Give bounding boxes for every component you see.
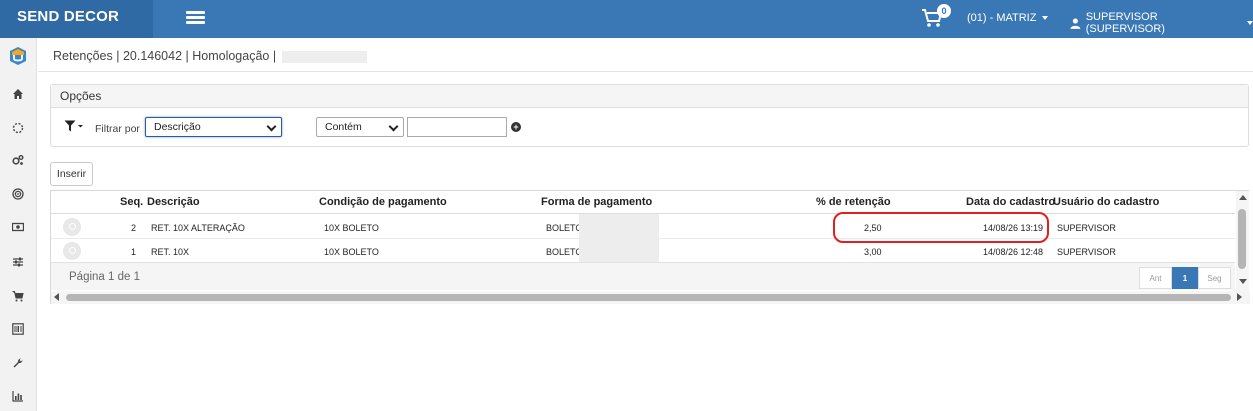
operator-select[interactable]: Contém (316, 117, 404, 137)
filter-label: Filtrar por (95, 123, 140, 135)
col-retencao[interactable]: % de retenção (816, 196, 891, 208)
redacted-field (282, 50, 368, 63)
page-1-button[interactable]: 1 (1172, 267, 1198, 289)
prev-page-button[interactable]: Ant (1139, 267, 1172, 289)
user-name: SUPERVISOR (SUPERVISOR) (1085, 11, 1165, 35)
cell-forma: BOLETO (546, 223, 583, 233)
cart-count-badge: 0 (937, 4, 951, 18)
cell-usuario: SUPERVISOR (1057, 247, 1116, 257)
home-icon[interactable] (12, 88, 24, 100)
cogs-icon[interactable] (12, 154, 24, 166)
vertical-scrollbar[interactable] (1236, 191, 1249, 291)
cell-retencao: 3,00 (864, 247, 882, 257)
pagination: Ant 1 Seg (1139, 267, 1231, 289)
barcode-icon[interactable] (12, 323, 24, 335)
insert-button[interactable]: Inserir (50, 162, 93, 186)
chevron-down-icon (388, 121, 399, 132)
cell-seq: 1 (131, 247, 137, 257)
cell-forma: BOLETO (546, 247, 583, 257)
page-label: Página 1 de 1 (69, 271, 140, 283)
scroll-right-icon[interactable] (1237, 293, 1242, 301)
col-condicao[interactable]: Condição de pagamento (319, 196, 447, 208)
bullseye-icon[interactable] (12, 188, 24, 200)
grid-footer: Página 1 de 1 Ant 1 Seg (51, 262, 1235, 290)
sliders-icon[interactable] (12, 256, 24, 268)
next-page-button[interactable]: Seg (1198, 267, 1231, 289)
chevron-down-icon (266, 121, 277, 132)
grid-header: Seq. Descrição Condição de pagamento For… (51, 191, 1235, 214)
operator-value: Contém (325, 121, 362, 133)
branch-selector[interactable]: (01) - MATRIZ (967, 12, 1049, 24)
sidebar (0, 38, 37, 411)
cell-descricao: RET. 10X (151, 247, 190, 257)
scroll-thumb[interactable] (1238, 209, 1246, 269)
scroll-thumb[interactable] (66, 294, 1231, 301)
chevron-down-icon (1042, 16, 1049, 21)
table-row[interactable]: 1 RET. 10X 10X BOLETO BOLETO 3,00 14/08/… (51, 238, 1235, 263)
filter-field-select[interactable]: Descrição (145, 117, 282, 137)
retentions-grid: Seq. Descrição Condição de pagamento For… (50, 190, 1250, 304)
horizontal-scrollbar[interactable] (51, 291, 1250, 304)
col-data[interactable]: Data do cadastro (966, 196, 1055, 208)
redacted-cell (579, 214, 659, 238)
filter-value-input[interactable] (407, 117, 507, 137)
cell-usuario: SUPERVISOR (1057, 223, 1116, 233)
user-icon (1070, 18, 1081, 29)
cell-condicao: 10X BOLETO (324, 223, 379, 233)
options-panel: Opções Filtrar por Descrição valor Conté… (50, 84, 1249, 147)
top-navbar: SEND DECOR 0 (01) - MATRIZ SUPERVISOR (S… (0, 0, 1253, 38)
col-seq[interactable]: Seq. (120, 196, 143, 208)
branch-label: (01) - MATRIZ (967, 12, 1037, 24)
col-forma[interactable]: Forma de pagamento (541, 196, 652, 208)
app-logo-icon[interactable] (8, 46, 28, 66)
view-record-icon[interactable] (63, 242, 81, 260)
add-filter-icon[interactable]: + (511, 122, 521, 132)
filter-icon[interactable] (64, 120, 84, 132)
cell-descricao: RET. 10X ALTERAÇÃO (151, 223, 245, 233)
brand-logo[interactable]: SEND DECOR (0, 0, 153, 38)
money-icon[interactable] (12, 221, 24, 233)
cell-seq: 2 (131, 223, 137, 233)
filter-field-value: Descrição (154, 121, 201, 133)
redacted-cell (579, 238, 659, 262)
breadcrumb-text: Retenções | 20.146042 | Homologação | (53, 49, 277, 63)
options-title: Opções (51, 85, 1248, 108)
user-menu[interactable]: SUPERVISOR (SUPERVISOR) (1070, 11, 1253, 35)
col-descricao[interactable]: Descrição (147, 196, 200, 208)
table-row[interactable]: 2 RET. 10X ALTERAÇÃO 10X BOLETO BOLETO 2… (51, 214, 1235, 239)
filter-row: Filtrar por Descrição valor Contém + (51, 108, 1248, 146)
cell-data: 14/08/26 12:48 (983, 247, 1044, 257)
highlight-annotation (833, 212, 1049, 243)
view-record-icon[interactable] (63, 218, 81, 236)
cell-condicao: 10X BOLETO (324, 247, 379, 257)
scroll-down-icon[interactable] (1239, 279, 1247, 284)
spinner-icon[interactable] (12, 122, 24, 134)
chart-icon[interactable] (12, 390, 24, 402)
cart-icon[interactable] (12, 290, 24, 302)
col-usuario[interactable]: Usuário do cadastro (1053, 196, 1159, 208)
chevron-down-icon (1247, 21, 1253, 25)
scroll-left-icon[interactable] (54, 293, 59, 301)
wrench-icon[interactable] (12, 357, 24, 369)
scroll-up-icon[interactable] (1239, 195, 1247, 200)
menu-toggle-icon[interactable] (186, 11, 205, 25)
breadcrumb: Retenções | 20.146042 | Homologação | (38, 38, 1253, 72)
